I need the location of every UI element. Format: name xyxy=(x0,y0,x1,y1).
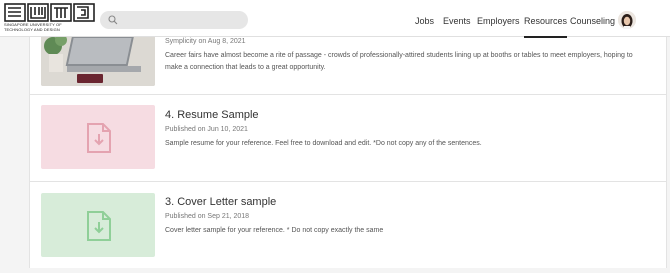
nav-jobs[interactable]: Jobs xyxy=(415,16,434,26)
top-navbar: SINGAPORE UNIVERSITY OF TECHNOLOGY AND D… xyxy=(0,0,670,38)
article-thumbnail[interactable] xyxy=(41,105,155,169)
download-document-icon xyxy=(87,211,111,241)
article-title[interactable]: 3. Cover Letter sample xyxy=(165,196,276,208)
nav-employers[interactable]: Employers xyxy=(477,16,520,26)
nav-counseling[interactable]: Counseling xyxy=(570,16,615,26)
article-date: Published on Sep 21, 2018 xyxy=(165,213,250,220)
article-item[interactable]: 3. Cover Letter sample Published on Sep … xyxy=(30,181,666,268)
article-description: Sample resume for your reference. Feel f… xyxy=(165,140,482,147)
resources-list: Symplicity on Aug 8, 2021 Career fairs h… xyxy=(29,22,667,268)
user-avatar[interactable] xyxy=(618,11,636,29)
main-nav: Jobs Events Employers Resources Counseli… xyxy=(0,0,670,38)
avatar-image xyxy=(618,11,636,29)
article-description: Cover letter sample for your reference. … xyxy=(165,227,384,234)
article-thumbnail[interactable] xyxy=(41,193,155,257)
article-date: Published on Jun 10, 2021 xyxy=(165,126,248,133)
article-description: Career fairs have almost become a rite o… xyxy=(165,52,633,71)
nav-resources[interactable]: Resources xyxy=(524,16,568,38)
article-item[interactable]: Symplicity on Aug 8, 2021 Career fairs h… xyxy=(30,22,666,95)
download-document-icon xyxy=(87,123,111,153)
nav-events[interactable]: Events xyxy=(443,16,471,26)
article-date: Symplicity on Aug 8, 2021 xyxy=(165,38,246,45)
article-item[interactable]: 4. Resume Sample Published on Jun 10, 20… xyxy=(30,94,666,182)
article-title[interactable]: 4. Resume Sample xyxy=(165,109,259,121)
